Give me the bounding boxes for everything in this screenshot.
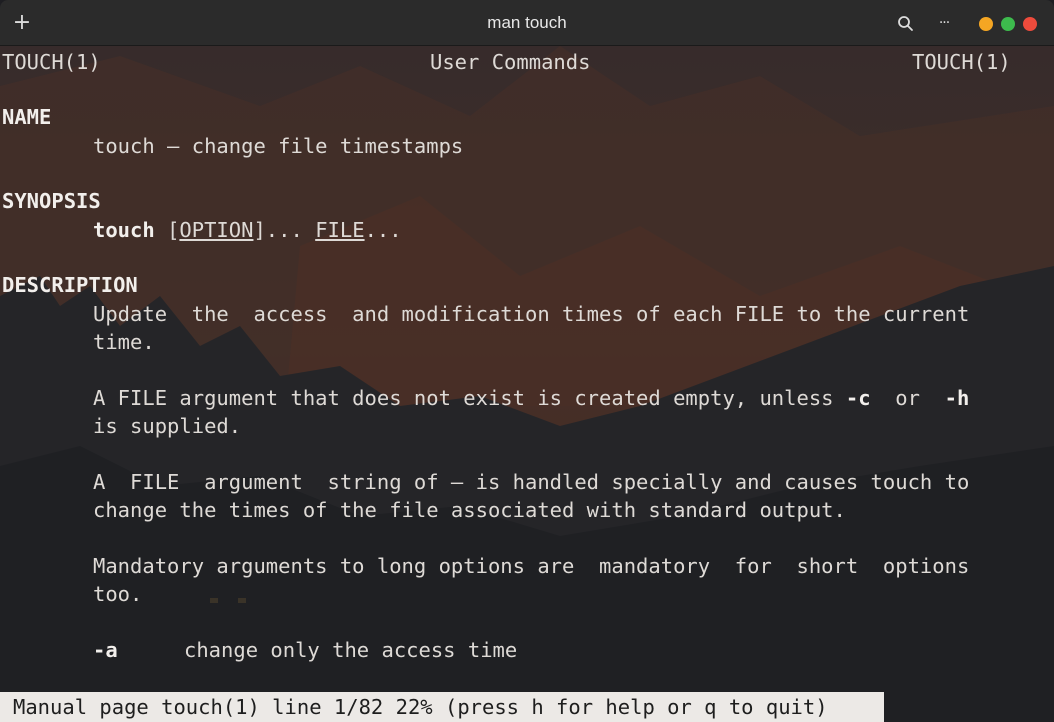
description-text: A FILE argument that does not exist is c… [93, 386, 846, 410]
description-line: change the times of the file associated … [93, 498, 846, 522]
name-text: touch – change file timestamps [93, 134, 464, 158]
terminal-window: + man touch ··· TOUCH(1) User Commands T… [0, 0, 1054, 722]
pager-status-bar: Manual page touch(1) line 1/82 22% (pres… [0, 692, 884, 722]
description-line: Update the access and modification times… [93, 302, 970, 326]
synopsis-bracket-open: [ [167, 218, 180, 242]
description-text: or [870, 386, 945, 410]
synopsis-option: OPTION [179, 218, 254, 242]
synopsis-command: touch [93, 218, 155, 242]
minimize-button[interactable] [979, 17, 993, 31]
title-bar: + man touch ··· [0, 0, 1054, 46]
description-line: A FILE argument that does not exist is c… [93, 384, 969, 412]
description-line: time. [93, 330, 155, 354]
section-heading-synopsis: SYNOPSIS [2, 189, 101, 213]
man-header-center: User Commands [430, 50, 591, 74]
description-line: A FILE argument string of – is handled s… [93, 470, 970, 494]
synopsis-line: touch [OPTION]... FILE... [93, 216, 402, 244]
section-heading-name: NAME [2, 105, 52, 129]
section-heading-description: DESCRIPTION [2, 273, 138, 297]
description-line: Mandatory arguments to long options are … [93, 554, 970, 578]
synopsis-ellipsis: ... [364, 218, 402, 242]
close-button[interactable] [1023, 17, 1037, 31]
synopsis-bracket-close: ]... [253, 218, 303, 242]
ellipsis-icon[interactable]: ··· [933, 13, 955, 33]
description-line: too. [93, 582, 143, 606]
option-a-description: change only the access time [184, 638, 518, 662]
search-icon[interactable] [896, 14, 916, 34]
terminal-area[interactable]: TOUCH(1) User Commands TOUCH(1) NAME tou… [0, 46, 1054, 722]
flag-c: -c [845, 386, 871, 410]
flag-h: -h [944, 386, 970, 410]
description-line: is supplied. [93, 414, 242, 438]
synopsis-file: FILE [315, 218, 365, 242]
man-header-right: TOUCH(1) [912, 50, 1011, 74]
maximize-button[interactable] [1001, 17, 1015, 31]
man-header-left: TOUCH(1) [2, 50, 101, 74]
option-a-flag: -a [93, 638, 118, 662]
